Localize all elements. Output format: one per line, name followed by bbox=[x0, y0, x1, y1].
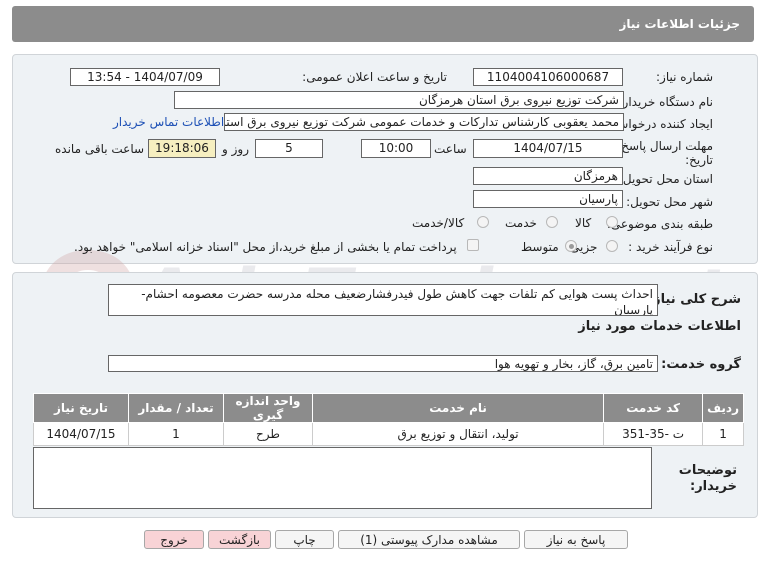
category-label: طبقه بندی موضوعی: bbox=[606, 217, 713, 231]
buyer-notes-label-2: خریدار: bbox=[690, 479, 737, 494]
summary-label: شرح کلی نیاز: bbox=[647, 292, 741, 307]
col-row: ردیف bbox=[702, 393, 744, 423]
services-section-title: اطلاعات خدمات مورد نیاز bbox=[578, 319, 741, 334]
need-number-label: شماره نیاز: bbox=[656, 70, 713, 84]
col-unit: واحد اندازه گیری bbox=[223, 393, 313, 423]
services-table-header: ردیف کد خدمت نام خدمت واحد اندازه گیری ت… bbox=[33, 393, 744, 423]
province-field: هرمزگان bbox=[473, 167, 623, 185]
province-label: استان محل تحویل: bbox=[618, 172, 713, 186]
category-option-goods-service: کالا/خدمت bbox=[412, 216, 465, 230]
process-label: نوع فرآیند خرید : bbox=[628, 240, 713, 254]
days-field: 5 bbox=[255, 139, 323, 158]
remaining-time-label: ساعت باقی مانده bbox=[55, 142, 145, 156]
deadline-time-field: 10:00 bbox=[361, 139, 431, 158]
category-radio-goods-service[interactable] bbox=[477, 216, 489, 228]
process-option-medium: متوسط bbox=[521, 240, 559, 254]
announce-field: 1404/07/09 - 13:54 bbox=[70, 68, 220, 86]
buyer-notes-label: توضیحات bbox=[678, 463, 737, 478]
remaining-time-field: 19:18:06 bbox=[148, 139, 216, 158]
buyer-contact-link[interactable]: اطلاعات تماس خریدار bbox=[113, 115, 224, 129]
services-table: ردیف کد خدمت نام خدمت واحد اندازه گیری ت… bbox=[33, 393, 744, 446]
col-date: تاریخ نیاز bbox=[33, 393, 129, 423]
cell-name: تولید، انتقال و توزیع برق bbox=[311, 422, 605, 446]
city-label: شهر محل تحویل: bbox=[626, 195, 713, 209]
cell-unit: طرح bbox=[223, 422, 313, 446]
print-button[interactable]: چاپ bbox=[275, 530, 334, 549]
exit-button[interactable]: خروج bbox=[144, 530, 204, 549]
reply-button[interactable]: پاسخ به نیاز bbox=[524, 530, 628, 549]
city-field: پارسیان bbox=[473, 190, 623, 208]
col-code: کد خدمت bbox=[603, 393, 704, 423]
cell-code: ت -35-351 bbox=[603, 422, 704, 446]
buyer-notes-textarea[interactable] bbox=[33, 447, 652, 509]
process-radio-minor[interactable] bbox=[606, 240, 618, 252]
cell-date: 1404/07/15 bbox=[33, 422, 129, 446]
deadline-time-label: ساعت bbox=[434, 142, 467, 156]
col-qty: تعداد / مقدار bbox=[128, 393, 224, 423]
category-option-service: خدمت bbox=[505, 216, 537, 230]
category-radio-goods[interactable] bbox=[606, 216, 618, 228]
category-option-goods: کالا bbox=[575, 216, 592, 230]
page-title: جزئیات اطلاعات نیاز bbox=[619, 17, 740, 31]
summary-text: احداث پست هوایی کم تلفات جهت کاهش طول فی… bbox=[141, 287, 653, 316]
deadline-date-field: 1404/07/15 bbox=[473, 139, 623, 158]
attachments-button[interactable]: مشاهده مدارک پیوستی (1) bbox=[338, 530, 520, 549]
service-group-field: تامین برق، گاز، بخار و تهویه هوا bbox=[108, 355, 658, 372]
process-radio-medium[interactable] bbox=[565, 240, 577, 252]
treasury-payment-note: پرداخت تمام یا بخشی از مبلغ خرید،از محل … bbox=[74, 240, 457, 254]
category-radio-service[interactable] bbox=[546, 216, 558, 228]
service-group-label: گروه خدمت: bbox=[661, 357, 741, 372]
treasury-payment-checkbox[interactable] bbox=[467, 239, 479, 251]
creator-field: محمد یعقوبی کارشناس تدارکات و خدمات عموم… bbox=[224, 113, 624, 131]
buyer-org-label: نام دستگاه خریدار: bbox=[618, 95, 714, 109]
back-button[interactable]: بازگشت bbox=[208, 530, 271, 549]
col-name: نام خدمت bbox=[311, 393, 605, 423]
announce-label: تاریخ و ساعت اعلان عمومی: bbox=[302, 70, 447, 84]
summary-field: احداث پست هوایی کم تلفات جهت کاهش طول فی… bbox=[108, 284, 658, 316]
days-label: روز و bbox=[222, 142, 249, 156]
buyer-org-field: شرکت توزیع نیروی برق استان هرمزگان bbox=[174, 91, 624, 109]
page-header: جزئیات اطلاعات نیاز bbox=[12, 6, 754, 42]
table-row: 1 ت -35-351 تولید، انتقال و توزیع برق طر… bbox=[33, 422, 744, 446]
cell-qty: 1 bbox=[128, 422, 224, 446]
need-number-field: 1104004106000687 bbox=[473, 68, 623, 86]
cell-row: 1 bbox=[702, 422, 744, 446]
deadline-label-date: تاریخ: bbox=[685, 153, 713, 167]
